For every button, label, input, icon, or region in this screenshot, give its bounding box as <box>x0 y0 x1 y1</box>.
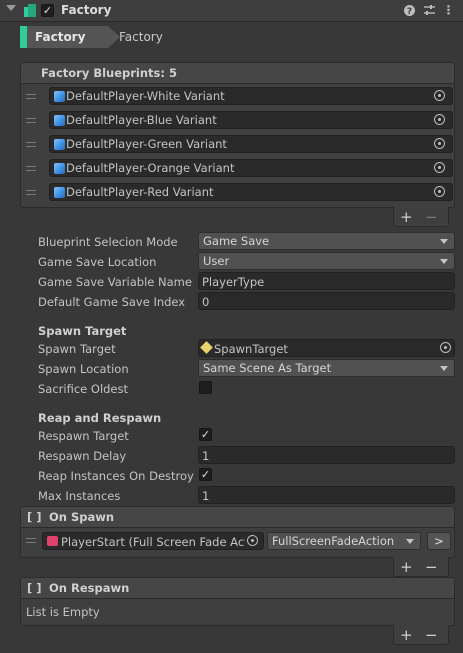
prefab-icon <box>54 187 65 198</box>
remove-element-icon[interactable]: − <box>425 560 438 575</box>
blueprint-name: DefaultPlayer-Orange Variant <box>66 161 235 175</box>
input-value: PlayerType <box>202 275 265 289</box>
breadcrumb-accent <box>20 26 27 48</box>
drag-handle-icon[interactable] <box>26 190 36 195</box>
input-value: 0 <box>202 295 210 309</box>
event-target-value: PlayerStart (Full Screen Fade Act <box>61 535 245 549</box>
dropdown-value: User <box>203 254 230 268</box>
field-label: Game Save Location <box>38 255 157 269</box>
field-label: Reap Instances On Destroy <box>38 469 194 483</box>
spawn-location-dropdown[interactable]: Same Scene As Target <box>198 359 455 377</box>
section-heading: Spawn Target <box>38 324 127 338</box>
reap-on-destroy-checkbox[interactable]: ✓ <box>199 468 212 481</box>
chevron-down-icon <box>440 366 448 371</box>
game-save-location-dropdown[interactable]: User <box>198 252 455 270</box>
event-icon: [ ] <box>27 581 42 595</box>
svg-text:?: ? <box>407 7 412 17</box>
field-label: Spawn Location <box>38 362 129 376</box>
blueprint-name: DefaultPlayer-Green Variant <box>66 137 227 151</box>
drag-handle-icon[interactable] <box>26 118 36 123</box>
max-instances-input[interactable] <box>198 486 455 504</box>
object-value: SpawnTarget <box>214 342 288 356</box>
dropdown-value: FullScreenFadeAction <box>272 534 395 548</box>
component-icon <box>24 4 36 17</box>
component-title: Factory <box>61 3 112 17</box>
remove-element-icon[interactable]: − <box>425 210 438 225</box>
empty-list-text: List is Empty <box>26 605 100 619</box>
blueprints-list-title: Factory Blueprints: 5 <box>41 66 178 80</box>
add-element-icon[interactable]: + <box>400 210 413 225</box>
input-value: 1 <box>202 449 210 463</box>
on-spawn-title: On Spawn <box>49 510 115 524</box>
add-element-icon[interactable]: + <box>400 628 413 643</box>
invoke-button[interactable]: > <box>427 532 451 550</box>
respawn-delay-input[interactable] <box>198 446 455 464</box>
field-label: Respawn Delay <box>38 449 127 463</box>
field-label: Respawn Target <box>38 429 129 443</box>
blueprint-name: DefaultPlayer-Blue Variant <box>66 113 217 127</box>
prefab-icon <box>54 163 65 174</box>
drag-handle-icon[interactable] <box>26 538 36 543</box>
field-label: Spawn Target <box>38 342 116 356</box>
breadcrumb-active-label: Factory <box>35 30 86 44</box>
dropdown-value: Game Save <box>203 234 270 248</box>
object-picker-icon[interactable] <box>247 535 258 546</box>
field-label: Blueprint Selecion Mode <box>38 235 178 249</box>
drag-handle-icon[interactable] <box>26 142 36 147</box>
component-enabled-checkbox[interactable]: ✓ <box>41 4 54 17</box>
prefab-icon <box>54 91 65 102</box>
field-label: Sacrifice Oldest <box>38 382 129 396</box>
default-index-input[interactable] <box>198 292 455 310</box>
dropdown-value: Same Scene As Target <box>203 361 332 375</box>
field-label: Default Game Save Index <box>38 295 186 309</box>
add-element-icon[interactable]: + <box>400 560 413 575</box>
blueprint-name: DefaultPlayer-White Variant <box>66 89 225 103</box>
event-method-dropdown[interactable]: FullScreenFadeAction <box>267 532 421 550</box>
prefab-icon <box>54 139 65 150</box>
chevron-down-icon <box>406 539 414 544</box>
on-respawn-title: On Respawn <box>49 581 130 595</box>
kebab-menu-icon[interactable]: ⋮ <box>442 4 455 17</box>
fold-arrow-icon[interactable] <box>6 5 16 11</box>
sacrifice-oldest-checkbox[interactable] <box>199 381 212 394</box>
object-picker-icon[interactable] <box>434 90 445 101</box>
object-picker-icon[interactable] <box>434 138 445 149</box>
input-value: 1 <box>202 489 210 503</box>
event-icon: [ ] <box>27 510 42 524</box>
blueprint-mode-dropdown[interactable]: Game Save <box>198 232 455 250</box>
script-icon <box>47 536 58 546</box>
object-picker-icon[interactable] <box>434 114 445 125</box>
remove-element-icon[interactable]: − <box>425 628 438 643</box>
field-label: Game Save Variable Name <box>38 275 192 289</box>
preset-icon[interactable] <box>423 4 436 17</box>
help-icon[interactable]: ? <box>403 4 416 17</box>
object-picker-icon[interactable] <box>440 342 451 353</box>
section-heading: Reap and Respawn <box>38 411 162 425</box>
prefab-icon <box>54 115 65 126</box>
field-label: Max Instances <box>38 489 121 503</box>
drag-handle-icon[interactable] <box>26 166 36 171</box>
chevron-down-icon <box>440 239 448 244</box>
object-picker-icon[interactable] <box>434 162 445 173</box>
blueprint-name: DefaultPlayer-Red Variant <box>66 185 214 199</box>
chevron-down-icon <box>440 259 448 264</box>
drag-handle-icon[interactable] <box>26 94 36 99</box>
respawn-target-checkbox[interactable]: ✓ <box>199 428 212 441</box>
breadcrumb-next[interactable]: Factory <box>119 30 163 44</box>
object-picker-icon[interactable] <box>434 186 445 197</box>
